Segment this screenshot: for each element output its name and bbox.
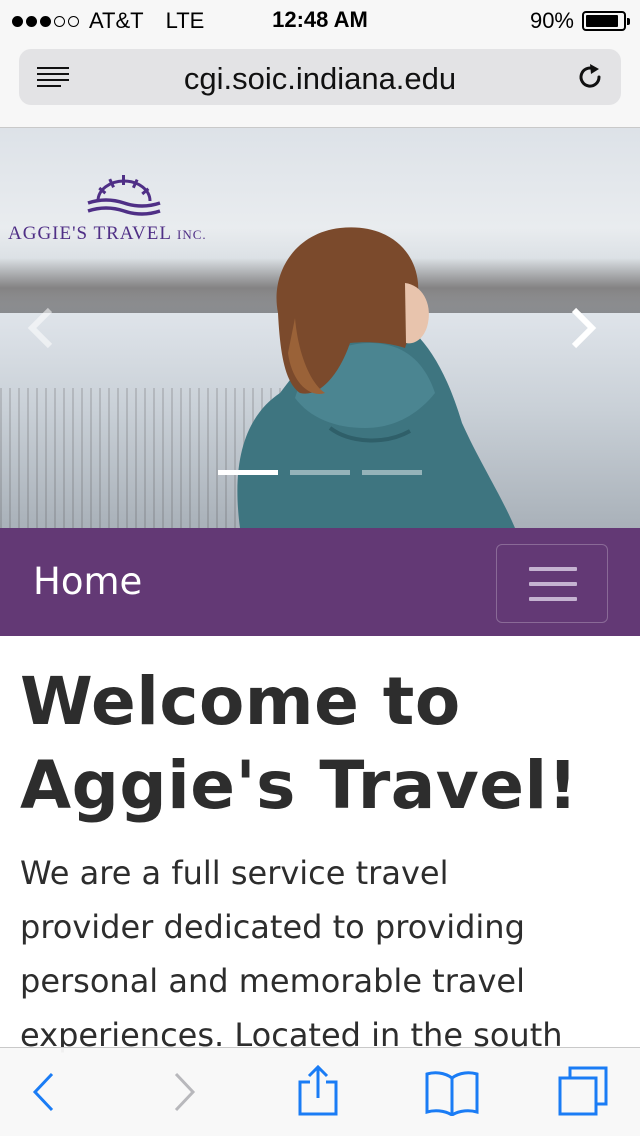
- main-content: Welcome to Aggie's Travel! We are a full…: [20, 660, 620, 1062]
- carousel-next-arrow-icon[interactable]: [568, 306, 598, 350]
- back-chevron-icon[interactable]: [28, 1070, 58, 1114]
- reload-icon[interactable]: [575, 62, 605, 92]
- url-text[interactable]: cgi.soic.indiana.edu: [19, 61, 621, 97]
- status-right: 90%: [529, 8, 630, 34]
- share-icon[interactable]: [296, 1064, 340, 1118]
- browser-address-area: cgi.soic.indiana.edu: [0, 40, 640, 128]
- nav-home-link[interactable]: Home: [33, 560, 142, 603]
- status-bar: AT&T LTE 12:48 AM 90%: [0, 0, 640, 40]
- intro-paragraph: We are a full service travel provider de…: [20, 854, 563, 1054]
- carousel-indicators: [218, 470, 422, 475]
- address-bar[interactable]: cgi.soic.indiana.edu: [19, 49, 621, 105]
- battery-icon: [582, 11, 630, 31]
- carousel-prev-arrow-icon[interactable]: [26, 306, 56, 350]
- hero-photo-woman: [237, 227, 515, 528]
- carousel-indicator-3[interactable]: [362, 470, 422, 475]
- nav-menu-toggle-button[interactable]: [496, 544, 608, 623]
- logo-text: AGGIE'S TRAVEL INC.: [8, 223, 207, 244]
- carousel-indicator-1[interactable]: [218, 470, 278, 475]
- hero-carousel[interactable]: AGGIE'S TRAVEL INC.: [0, 128, 640, 528]
- site-navbar: Home: [0, 528, 640, 636]
- page-heading: Welcome to Aggie's Travel!: [20, 663, 579, 824]
- carousel-indicator-2[interactable]: [290, 470, 350, 475]
- tabs-icon[interactable]: [556, 1066, 610, 1118]
- browser-toolbar: [0, 1047, 640, 1136]
- bookmarks-book-icon[interactable]: [424, 1068, 480, 1116]
- battery-percent: 90%: [529, 8, 574, 33]
- forward-chevron-icon[interactable]: [170, 1070, 200, 1114]
